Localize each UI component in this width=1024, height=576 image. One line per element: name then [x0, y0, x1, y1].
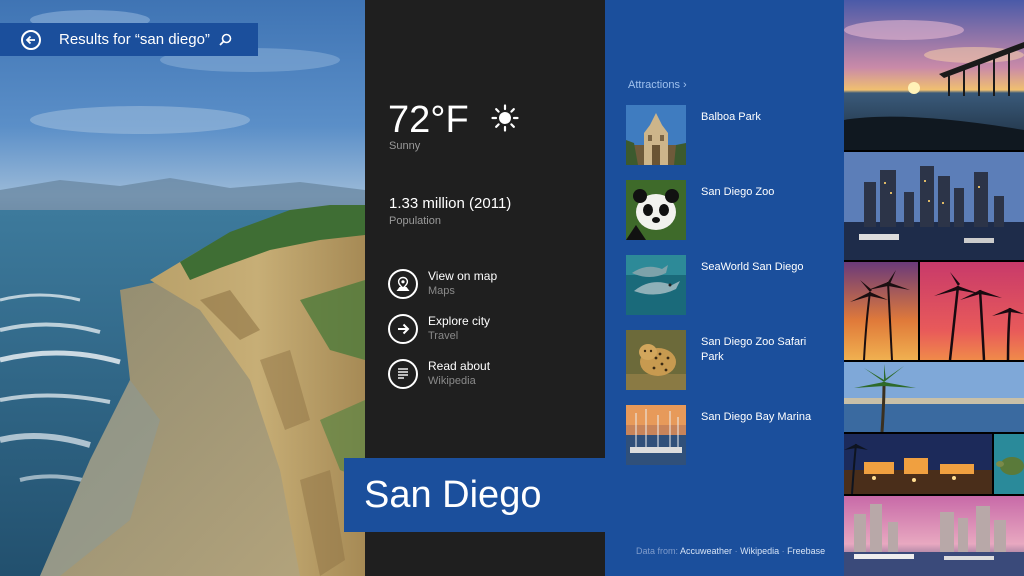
- map-pin-icon: [388, 269, 418, 299]
- back-arrow-icon: [25, 35, 35, 44]
- attraction-san-diego-bay-marina[interactable]: San Diego Bay Marina: [626, 405, 836, 465]
- city-name: San Diego: [364, 473, 542, 516]
- weather-row: 72°F: [388, 98, 519, 142]
- action-title: Read about: [428, 359, 491, 373]
- bay-marina-thumbnail: [626, 405, 686, 465]
- attraction-san-diego-zoo[interactable]: San Diego Zoo: [626, 180, 836, 240]
- attraction-name: San Diego Zoo: [701, 186, 775, 198]
- population-value: 1.33 million (2011): [389, 195, 512, 212]
- action-source: Maps: [428, 285, 455, 297]
- population-label: Population: [389, 215, 441, 227]
- document-lines-icon: [388, 359, 418, 389]
- search-results-bar: Results for “san diego”: [0, 23, 258, 56]
- photo-city-skyline[interactable]: [844, 152, 1024, 260]
- action-source: Wikipedia: [428, 375, 476, 387]
- attraction-balboa-park[interactable]: Balboa Park: [626, 105, 836, 165]
- weather-condition: Sunny: [389, 140, 421, 152]
- attractions-header-link[interactable]: Attractions ›: [628, 79, 687, 91]
- back-button[interactable]: [21, 29, 41, 50]
- credit-link-freebase[interactable]: Freebase: [787, 546, 825, 556]
- action-title: Explore city: [428, 314, 491, 328]
- seaworld-thumbnail: [626, 255, 686, 315]
- photo-strip: [844, 0, 1024, 576]
- san-diego-zoo-thumbnail: [626, 180, 686, 240]
- explore-city-button[interactable]: Explore city Travel: [388, 314, 490, 344]
- photo-palms-orange[interactable]: [844, 262, 918, 360]
- arrow-right-icon: [388, 314, 418, 344]
- coastline-illustration: [0, 10, 365, 576]
- search-icon[interactable]: [219, 33, 232, 46]
- credit-link-accuweather[interactable]: Accuweather: [680, 546, 732, 556]
- credits-prefix: Data from:: [636, 546, 679, 556]
- credit-link-wikipedia[interactable]: Wikipedia: [740, 546, 779, 556]
- photo-pier-sunset[interactable]: [844, 0, 1024, 150]
- action-title: View on map: [428, 269, 498, 283]
- attraction-san-diego-zoo-safari-park[interactable]: San Diego Zoo Safari Park: [626, 330, 836, 390]
- photo-palm-bay[interactable]: [844, 362, 1024, 432]
- attraction-name: SeaWorld San Diego: [701, 261, 804, 273]
- attraction-seaworld-san-diego[interactable]: SeaWorld San Diego: [626, 255, 836, 315]
- photo-night-town[interactable]: [844, 434, 992, 494]
- sun-icon: [491, 104, 519, 136]
- hero-coastline-image: [0, 0, 365, 576]
- data-credits: Data from: Accuweather · Wikipedia · Fre…: [636, 546, 825, 556]
- attractions-panel: Attractions › Balboa Park San Diego Zoo …: [605, 0, 844, 576]
- photo-sea-turtle[interactable]: [994, 434, 1024, 494]
- balboa-park-thumbnail: [626, 105, 686, 165]
- photo-palms-pink[interactable]: [920, 262, 1024, 360]
- credits-separator: ·: [734, 546, 738, 556]
- view-on-map-button[interactable]: View on map Maps: [388, 269, 497, 299]
- temperature: 72°F: [388, 99, 469, 141]
- read-about-button[interactable]: Read about Wikipedia: [388, 359, 490, 389]
- photo-bay-skyline-dusk[interactable]: [844, 496, 1024, 576]
- action-source: Travel: [428, 330, 459, 342]
- attraction-name: Balboa Park: [701, 111, 761, 123]
- safari-park-thumbnail: [626, 330, 686, 390]
- city-name-banner: San Diego: [344, 458, 605, 532]
- attraction-name: San Diego Zoo Safari Park: [701, 336, 807, 363]
- search-query-text[interactable]: Results for “san diego”: [59, 31, 210, 48]
- attraction-name: San Diego Bay Marina: [701, 411, 812, 423]
- credits-separator: ·: [781, 546, 785, 556]
